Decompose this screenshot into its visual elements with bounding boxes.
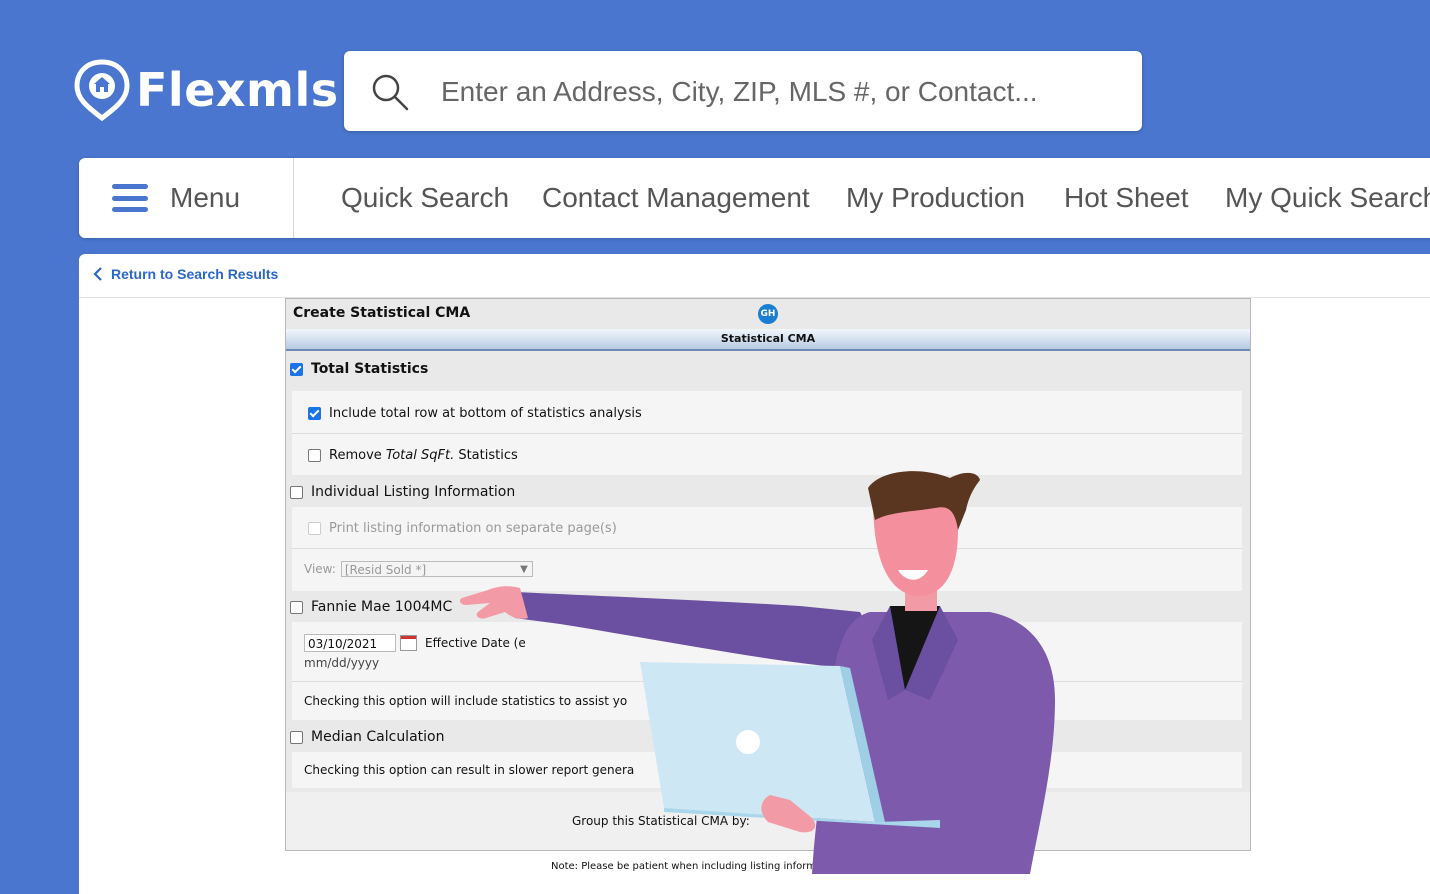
include-total-row-checkbox[interactable] xyxy=(308,407,321,420)
user-badge[interactable]: GH xyxy=(758,304,778,324)
fannie-mae-checkbox[interactable] xyxy=(290,600,303,614)
main-nav: Menu Quick Search Contact Management My … xyxy=(79,158,1430,238)
median-calculation-option[interactable]: Median Calculation xyxy=(290,729,444,745)
include-total-row-option[interactable]: Include total row at bottom of statistic… xyxy=(308,406,642,421)
search-input[interactable] xyxy=(439,69,1123,115)
nav-my-quick-search[interactable]: My Quick Search xyxy=(1225,182,1430,214)
total-statistics-label: Total Statistics xyxy=(311,361,429,377)
flexmls-logo[interactable]: Flexmls xyxy=(74,58,339,122)
calendar-icon[interactable] xyxy=(400,635,417,651)
divider xyxy=(292,433,1242,434)
hamburger-icon xyxy=(112,184,148,212)
return-to-search-results-link[interactable]: Return to Search Results xyxy=(93,266,278,282)
remove-sqft-prefix: Remove xyxy=(329,448,386,463)
nav-hot-sheet[interactable]: Hot Sheet xyxy=(1064,182,1189,214)
brand-name: Flexmls xyxy=(136,63,339,117)
remove-sqft-checkbox[interactable] xyxy=(308,449,321,462)
search-icon xyxy=(372,74,409,111)
nav-quick-search[interactable]: Quick Search xyxy=(341,182,509,214)
median-calculation-label: Median Calculation xyxy=(311,729,445,745)
form-title: Create Statistical CMA xyxy=(293,305,471,321)
home-pin-icon xyxy=(74,59,130,122)
print-separate-checkbox xyxy=(308,522,321,535)
nav-contact-management[interactable]: Contact Management xyxy=(542,182,810,214)
include-total-row-label: Include total row at bottom of statistic… xyxy=(329,406,642,421)
view-label: View: xyxy=(304,562,336,576)
global-search[interactable] xyxy=(344,51,1142,131)
view-select-value: [Resid Sold *] xyxy=(344,563,427,577)
effective-date-input[interactable]: 03/10/2021 xyxy=(304,634,396,652)
return-link-label: Return to Search Results xyxy=(111,266,279,282)
date-format-hint: mm/dd/yyyy xyxy=(304,656,380,670)
fannie-mae-option[interactable]: Fannie Mae 1004MC xyxy=(290,599,452,615)
chevron-left-icon xyxy=(93,267,102,281)
median-calculation-checkbox[interactable] xyxy=(290,730,303,744)
menu-label: Menu xyxy=(170,182,241,213)
person-with-laptop-illustration xyxy=(459,471,1055,874)
total-statistics-option[interactable]: Total Statistics xyxy=(290,361,428,377)
remove-sqft-emphasis: Total SqFt. xyxy=(385,448,455,463)
fannie-mae-label: Fannie Mae 1004MC xyxy=(311,599,453,615)
individual-listing-checkbox[interactable] xyxy=(290,485,303,499)
nav-my-production[interactable]: My Production xyxy=(846,182,1025,214)
total-statistics-checkbox[interactable] xyxy=(290,362,303,376)
menu-button[interactable]: Menu xyxy=(79,158,294,238)
section-bar: Statistical CMA xyxy=(286,329,1250,351)
